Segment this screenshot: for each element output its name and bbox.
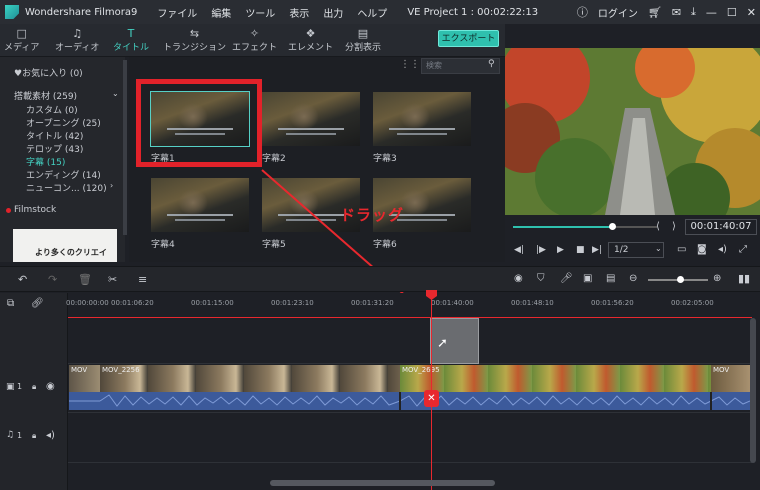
zoom-in-icon[interactable]: ⊕ <box>713 273 721 284</box>
delete-icon[interactable]: 🗑︎ <box>78 273 92 286</box>
timeline-toolbar: ↶ ↷ 🗑︎ ✂ ≡ ◉ ⛉ 🎤︎ ▣ ▤ ⊖ ⊕ ▮▮ <box>0 266 760 292</box>
track-headers: ⧉ 🔗︎ ▣ 1 🔒︎ ◉ ♫ 1 🔒︎ ◂) <box>0 293 68 490</box>
audio-track-icon: ♫ <box>6 430 15 440</box>
ruler-label: 00:00:00:00 <box>66 299 109 307</box>
cut-icon[interactable]: ✂ <box>108 273 117 286</box>
ruler-label: 00:01:15:00 <box>191 299 234 307</box>
ruler-label: 00:01:40:00 <box>431 299 474 307</box>
video-clip-1[interactable]: MOV_2256 <box>100 365 400 392</box>
waveform-graphic <box>69 394 751 407</box>
lock-icon[interactable]: 🔒︎ <box>32 382 36 392</box>
zoom-out-icon[interactable]: ⊖ <box>629 273 637 284</box>
split-icon[interactable]: ✕ <box>424 390 439 407</box>
video-clip-0[interactable]: MOV <box>69 365 100 392</box>
video-track-icon: ▣ <box>6 382 15 392</box>
speaker-icon[interactable]: ◂) <box>46 430 55 441</box>
drag-arrow-overlay <box>261 169 430 318</box>
track-divider <box>68 462 752 463</box>
ruler-label: 00:01:23:10 <box>271 299 314 307</box>
panel-toggle-icon[interactable]: ▮▮ <box>738 272 750 285</box>
lock-icon[interactable]: 🔒︎ <box>32 431 36 441</box>
clip-separator <box>399 392 401 410</box>
eye-icon[interactable]: ◉ <box>46 381 55 392</box>
redo-icon[interactable]: ↷ <box>48 273 57 286</box>
drag-annotation: ドラッグ <box>340 206 405 224</box>
ruler-label: 00:01:48:10 <box>511 299 554 307</box>
undo-icon[interactable]: ↶ <box>18 273 27 286</box>
timeline-horizontal-scrollbar[interactable] <box>270 480 495 486</box>
ruler-label: 00:02:05:00 <box>671 299 714 307</box>
snap-icon[interactable]: ▤ <box>606 273 615 284</box>
cursor-icon: ➚ <box>437 336 448 351</box>
marker-icon[interactable]: ⛉ <box>537 273 545 284</box>
ruler-label: 00:01:06:20 <box>111 299 154 307</box>
title-track-line <box>68 317 752 318</box>
voiceover-icon[interactable]: ▣ <box>583 273 592 284</box>
video-clip-2[interactable]: MOV_2695 <box>400 365 711 392</box>
audio-waveform[interactable] <box>69 392 751 410</box>
timeline-vertical-scrollbar[interactable] <box>750 318 756 463</box>
add-track-icon[interactable]: ⧉ <box>7 298 14 309</box>
link-icon[interactable]: 🔗︎ <box>31 298 44 309</box>
video-clip-3[interactable]: MOV <box>711 365 750 392</box>
mic-icon[interactable]: 🎤︎ <box>560 273 573 284</box>
ruler-label: 00:01:56:20 <box>591 299 634 307</box>
audio-track-number: 1 <box>17 431 23 440</box>
clip-separator <box>710 392 712 410</box>
render-icon[interactable]: ◉ <box>514 273 523 284</box>
zoom-slider-handle[interactable] <box>677 276 684 283</box>
ruler-label: 00:01:31:20 <box>351 299 394 307</box>
track-divider <box>68 412 752 413</box>
track-divider <box>68 363 752 364</box>
timeline-ruler[interactable]: 00:00:00:00 00:01:06:20 00:01:15:00 00:0… <box>66 293 760 318</box>
adjust-icon[interactable]: ≡ <box>138 273 147 286</box>
video-track-number: 1 <box>17 382 23 391</box>
